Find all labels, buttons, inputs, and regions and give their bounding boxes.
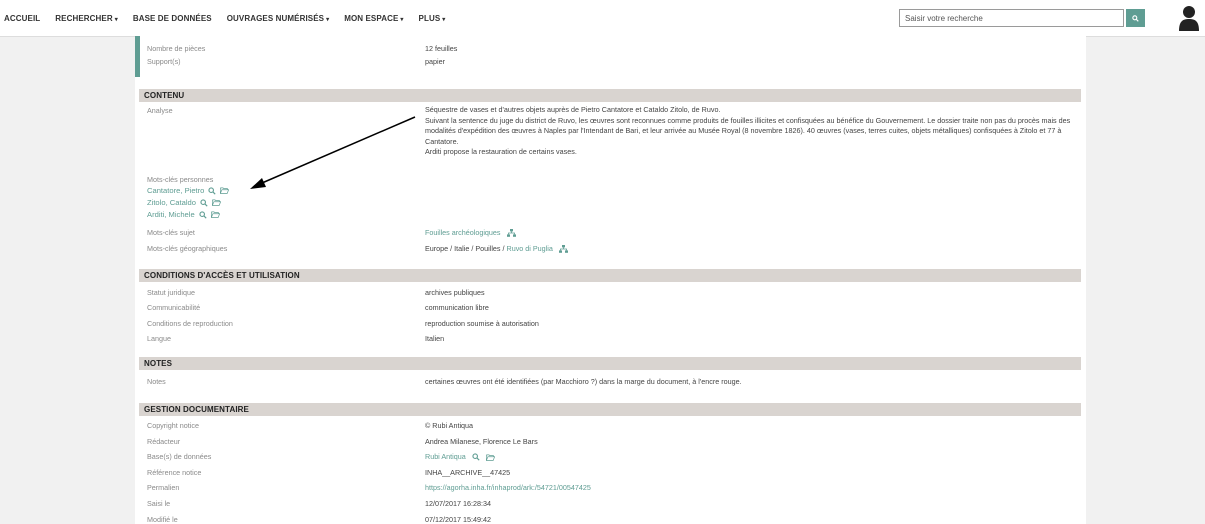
value-nombre-pieces: 12 feuilles bbox=[425, 44, 458, 53]
hierarchy-icon[interactable] bbox=[558, 245, 568, 253]
nav-label: BASE DE DONNÉES bbox=[132, 13, 212, 23]
label-mots-cles-geographiques: Mots-clés géographiques bbox=[147, 244, 228, 253]
person-link[interactable]: Arditi, Michele bbox=[147, 210, 195, 219]
nav-label: MON ESPACE bbox=[344, 13, 399, 23]
label-nombre-pieces: Nombre de pièces bbox=[147, 44, 206, 53]
search-icon[interactable] bbox=[208, 186, 217, 195]
value-notes: certaines œuvres ont été identifiées (pa… bbox=[425, 377, 742, 386]
database-link[interactable]: Rubi Antiqua bbox=[425, 452, 466, 461]
folder-open-icon[interactable] bbox=[485, 454, 495, 461]
label-notes: Notes bbox=[147, 377, 166, 386]
person-keyword: Zitolo, Cataldo bbox=[147, 198, 221, 207]
caret-down-icon: ▾ bbox=[400, 16, 404, 23]
search-icon[interactable] bbox=[472, 453, 480, 461]
label-mots-cles-personnes: Mots-clés personnes bbox=[147, 175, 214, 184]
permalink[interactable]: https://agorha.inha.fr/inhaprod/ark:/547… bbox=[425, 483, 591, 492]
subject-keyword: Fouilles archéologiques bbox=[425, 228, 516, 237]
nav-base-de-donnees[interactable]: BASE DE DONNÉES bbox=[133, 14, 212, 23]
section-heading-contenu: CONTENU bbox=[139, 89, 1081, 102]
search-icon[interactable] bbox=[199, 210, 207, 219]
label-supports: Support(s) bbox=[147, 57, 181, 66]
label-permalien: Permalien bbox=[147, 483, 180, 492]
label-copyright: Copyright notice bbox=[147, 421, 199, 430]
nav-label: ACCUEIL bbox=[4, 13, 41, 23]
nav-label: RECHERCHER bbox=[55, 13, 113, 23]
nav-label: OUVRAGES NUMÉRISÉS bbox=[226, 13, 325, 23]
nav-label: PLUS bbox=[418, 13, 441, 23]
hierarchy-icon[interactable] bbox=[506, 229, 516, 237]
nav-ouvrages-numerises[interactable]: OUVRAGES NUMÉRISÉS ▾ bbox=[227, 14, 330, 23]
record-detail-panel: Nombre de pièces 12 feuilles Support(s) … bbox=[135, 36, 1086, 524]
label-modifie-le: Modifié le bbox=[147, 515, 178, 524]
value-reference-notice: INHA__ARCHIVE__47425 bbox=[425, 468, 511, 477]
label-communicabilite: Communicabilité bbox=[147, 303, 201, 312]
person-keyword: Arditi, Michele bbox=[147, 210, 220, 219]
label-redacteur: Rédacteur bbox=[147, 437, 181, 446]
nav-mon-espace[interactable]: MON ESPACE ▾ bbox=[344, 14, 403, 23]
folder-open-icon[interactable] bbox=[212, 199, 221, 206]
search-icon bbox=[1132, 14, 1139, 22]
geo-link[interactable]: Ruvo di Puglia bbox=[507, 244, 553, 253]
value-statut-juridique: archives publiques bbox=[425, 288, 485, 297]
nav-accueil[interactable]: ACCUEIL bbox=[4, 14, 40, 23]
section-heading-gestion: GESTION DOCUMENTAIRE bbox=[139, 403, 1081, 416]
caret-down-icon: ▾ bbox=[326, 16, 330, 23]
analyse-line: Séquestre de vases et d'autres objets au… bbox=[425, 105, 721, 114]
label-saisi-le: Saisi le bbox=[147, 499, 171, 508]
nav-rechercher[interactable]: RECHERCHER ▾ bbox=[55, 14, 118, 23]
main-menu: ACCUEIL RECHERCHER ▾ BASE DE DONNÉES OUVR… bbox=[4, 0, 460, 36]
value-redacteur: Andrea Milanese, Florence Le Bars bbox=[425, 437, 538, 446]
value-supports: papier bbox=[425, 57, 445, 66]
value-bases-de-donnees: Rubi Antiqua bbox=[425, 452, 495, 461]
search-input[interactable]: Saisir votre recherche bbox=[899, 9, 1124, 27]
geo-keyword: Europe / Italie / Pouilles / Ruvo di Pug… bbox=[425, 244, 568, 253]
value-conditions-reproduction: reproduction soumise à autorisation bbox=[425, 319, 539, 328]
value-saisi-le: 12/07/2017 16:28:34 bbox=[425, 499, 491, 508]
analyse-text: Séquestre de vases et d'autres objets au… bbox=[425, 105, 1080, 158]
section-heading-notes: NOTES bbox=[139, 357, 1081, 370]
search-icon[interactable] bbox=[200, 198, 208, 207]
folder-open-icon[interactable] bbox=[220, 187, 230, 194]
folder-open-icon[interactable] bbox=[210, 211, 220, 218]
nav-plus[interactable]: PLUS ▾ bbox=[419, 14, 446, 23]
value-modifie-le: 07/12/2017 15:49:42 bbox=[425, 515, 491, 524]
person-keyword: Cantatore, Pietro bbox=[147, 186, 230, 195]
person-link[interactable]: Zitolo, Cataldo bbox=[147, 198, 196, 207]
search-placeholder: Saisir votre recherche bbox=[905, 14, 983, 23]
accent-bar bbox=[135, 36, 140, 77]
value-langue: Italien bbox=[425, 334, 445, 343]
user-account-icon[interactable] bbox=[1178, 5, 1200, 31]
caret-down-icon: ▾ bbox=[114, 16, 118, 23]
geo-path: Europe / Italie / Pouilles / bbox=[425, 244, 507, 253]
analyse-line: Suivant la sentence du juge du district … bbox=[425, 115, 1071, 146]
subject-link[interactable]: Fouilles archéologiques bbox=[425, 228, 501, 237]
section-heading-conditions: CONDITIONS D'ACCÈS ET UTILISATION bbox=[139, 269, 1081, 282]
label-statut-juridique: Statut juridique bbox=[147, 288, 195, 297]
label-conditions-reproduction: Conditions de reproduction bbox=[147, 319, 233, 328]
person-link[interactable]: Cantatore, Pietro bbox=[147, 186, 204, 195]
caret-down-icon: ▾ bbox=[442, 16, 446, 23]
label-analyse: Analyse bbox=[147, 106, 173, 115]
label-bases-de-donnees: Base(s) de données bbox=[147, 452, 212, 461]
label-reference-notice: Référence notice bbox=[147, 468, 202, 477]
top-navigation: ACCUEIL RECHERCHER ▾ BASE DE DONNÉES OUVR… bbox=[0, 0, 1205, 37]
search-button[interactable] bbox=[1126, 9, 1145, 27]
analyse-line: Arditi propose la restauration de certai… bbox=[425, 147, 577, 156]
label-mots-cles-sujet: Mots-clés sujet bbox=[147, 228, 195, 237]
label-langue: Langue bbox=[147, 334, 171, 343]
value-communicabilite: communication libre bbox=[425, 303, 489, 312]
value-copyright: © Rubi Antiqua bbox=[425, 421, 474, 430]
